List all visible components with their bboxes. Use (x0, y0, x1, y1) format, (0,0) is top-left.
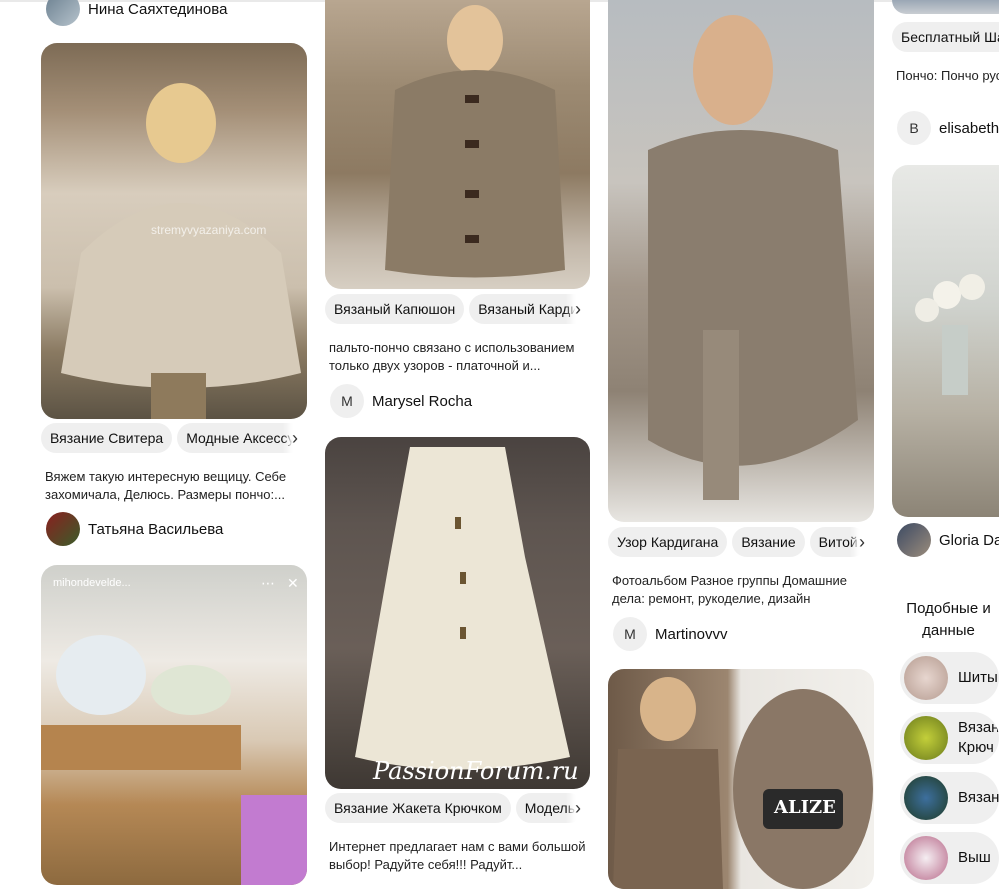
yarn-illustration (613, 677, 873, 889)
chevron-right-icon[interactable]: › (566, 294, 590, 324)
tag-chip[interactable]: Вязание Жакета Крючком (325, 793, 511, 823)
pin-tags: Вязание Свитера Модные Аксессуары › (41, 423, 307, 455)
sweater-illustration (648, 15, 858, 500)
image-brand-label: ALIZE (774, 797, 836, 818)
pin-tags: Бесплатный Шаблон (892, 22, 999, 54)
similar-label: Шиты (958, 669, 998, 686)
close-icon[interactable]: ✕ (287, 575, 299, 592)
similar-thumb (904, 716, 948, 760)
chevron-right-icon[interactable]: › (566, 793, 590, 823)
similar-section-title: Подобные и данные (906, 600, 991, 639)
pin-author[interactable]: Gloria Da (897, 523, 999, 557)
pin-description: Интернет предлагает нам с вами большой в… (329, 839, 586, 872)
similar-thumb (904, 776, 948, 820)
pin-image-sweater[interactable] (608, 0, 874, 522)
image-watermark: stremyvyazaniya.com (151, 223, 267, 237)
tag-chip[interactable]: Бесплатный Шаблон (892, 22, 999, 52)
tea-illustration (41, 635, 307, 885)
similar-label: Выш (958, 849, 991, 866)
pin-description: пальто-пончо связано с использованием то… (329, 340, 575, 373)
similar-thumb (904, 836, 948, 880)
author-avatar: M (330, 384, 364, 418)
coat-illustration (385, 5, 565, 278)
pin-tags: Вязание Жакета Крючком Модель › (325, 793, 590, 825)
author-name: Martinovvv (655, 625, 728, 643)
tag-chip[interactable]: Вязание (732, 527, 805, 557)
pin-author[interactable]: M Martinovvv (613, 617, 728, 651)
pin-author[interactable]: Татьяна Васильева (46, 512, 223, 546)
pin-image-flowers[interactable] (892, 165, 999, 517)
pin-image-white-coat[interactable]: PassionForum.ru (325, 437, 590, 789)
author-avatar (897, 523, 931, 557)
white-coat-illustration (355, 447, 570, 770)
author-avatar (46, 512, 80, 546)
chevron-right-icon[interactable]: › (850, 527, 874, 557)
overlay-username: mihondevelde... (53, 577, 131, 589)
pin-image-top[interactable] (892, 0, 999, 14)
tag-chip[interactable]: Вязаный Капюшон (325, 294, 465, 324)
tag-chip[interactable]: Узор Кардигана (608, 527, 728, 557)
similar-item[interactable]: Вязан Крюч (900, 712, 999, 764)
image-watermark: PassionForum.ru (373, 757, 579, 785)
pin-description: Фотоальбом Разное группы Домашние дела: … (612, 573, 848, 606)
tag-chip[interactable]: Вязание Свитера (41, 423, 173, 453)
pin-tags: Вязаный Капюшон Вязаный Кардиган › (325, 294, 590, 326)
similar-label: Вязан (958, 789, 999, 806)
pin-image-hooded-coat[interactable] (325, 0, 590, 289)
author-avatar (46, 0, 80, 26)
author-avatar: B (897, 111, 931, 145)
similar-item[interactable]: Вязан (900, 772, 999, 824)
pin-description: Вяжем такую интересную вещицу. Себе захо… (45, 469, 287, 502)
pin-tags: Узор Кардигана Вязание Витой › (608, 527, 874, 559)
pin-image-yarn[interactable]: ALIZE (608, 669, 874, 889)
flowers-illustration (915, 274, 985, 395)
pin-author[interactable]: B elisabeth (897, 111, 999, 145)
pin-author[interactable]: M Marysel Rocha (330, 384, 472, 418)
author-name: Marysel Rocha (372, 392, 473, 410)
similar-thumb (904, 656, 948, 700)
chevron-right-icon[interactable]: › (283, 423, 307, 453)
author-name: Gloria Da (939, 531, 999, 549)
more-icon[interactable]: ⋯ (261, 575, 275, 592)
author-avatar: M (613, 617, 647, 651)
similar-label: Вязан Крюч (958, 719, 999, 756)
author-name: Татьяна Васильева (88, 520, 224, 538)
pin-author[interactable]: Нина Саяхтединова (46, 0, 227, 26)
similar-item[interactable]: Шиты (900, 652, 999, 704)
pin-image-beige-poncho[interactable]: stremyvyazaniya.com (41, 43, 307, 419)
author-name: elisabeth (939, 119, 999, 137)
author-name: Нина Саяхтединова (88, 0, 228, 18)
pin-description: Пончо: Пончо русский размеры. в интернет… (896, 68, 999, 83)
similar-item[interactable]: Выш (900, 832, 999, 884)
pin-image-tea-table[interactable]: mihondevelde... ⋯ ✕ (41, 565, 307, 885)
